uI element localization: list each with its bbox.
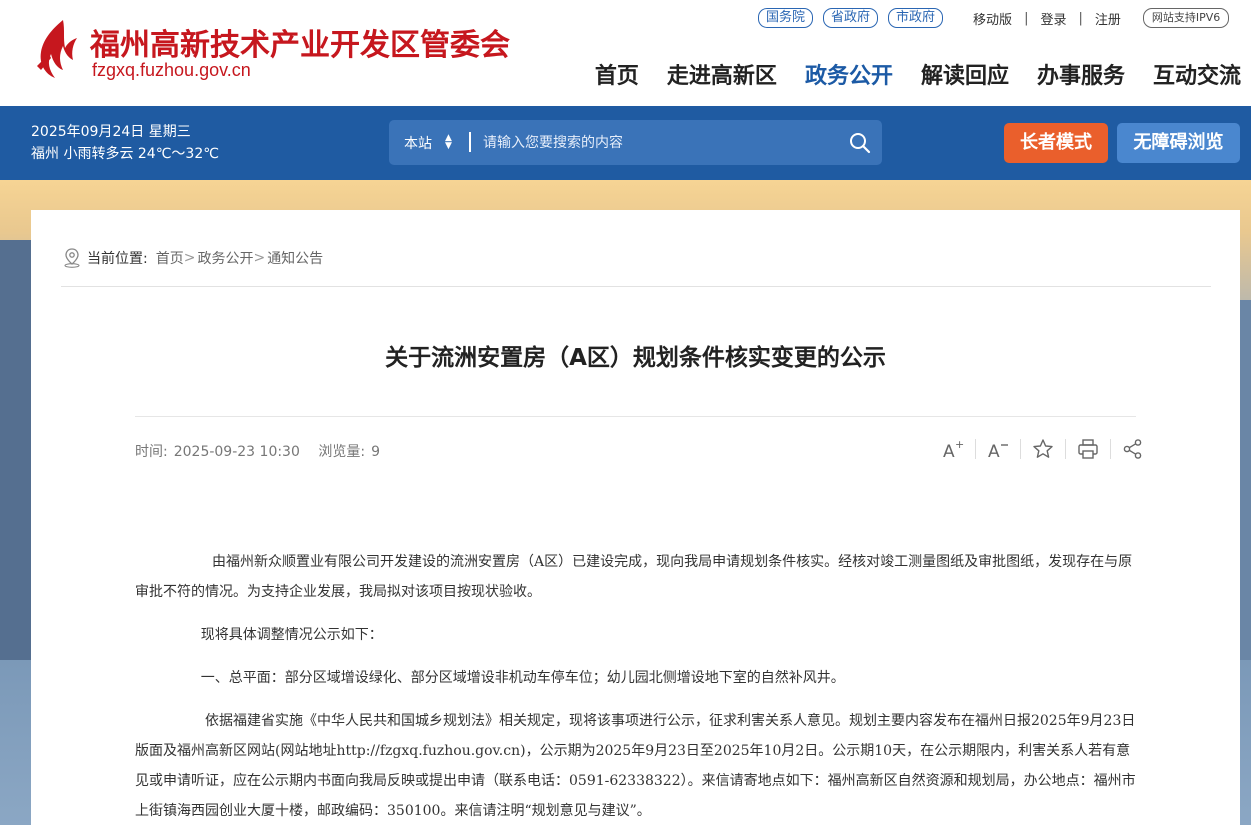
link-city-gov[interactable]: 市政府 [888,8,944,28]
publish-time: 2025-09-23 10:30 [173,444,300,460]
site-header: 福州高新技术产业开发区管委会 fzgxq.fuzhou.gov.cn 国务院 省… [0,0,1251,106]
nav-about[interactable]: 走进高新区 [667,58,777,90]
share-icon[interactable] [1122,438,1144,460]
weather: 福州 小雨转多云 24℃～32℃ [31,146,219,162]
font-decrease-icon[interactable]: A [987,438,1009,460]
svg-text:A: A [943,442,955,460]
divider [469,132,471,152]
paragraph: 由福州新众顺置业有限公司开发建设的流洲安置房（A区）已建设完成，现向我局申请规划… [135,554,1133,600]
breadcrumb-gov-affairs[interactable]: 政务公开 [197,248,253,268]
link-login[interactable]: 登录 [1040,9,1066,28]
breadcrumb-label: 当前位置: [87,251,148,267]
time-label: 时间: [135,444,168,460]
breadcrumb-separator: > [183,250,196,266]
article-meta: 时间: 2025-09-23 10:30 浏览量: 9 [135,441,394,461]
divider: | [1078,10,1083,26]
breadcrumb: 当前位置: 首页 > 政务公开 > 通知公告 [63,248,323,268]
nav-services[interactable]: 办事服务 [1037,58,1125,90]
link-province-gov[interactable]: 省政府 [823,8,879,28]
article-tools: A + A [931,438,1155,460]
divider [1020,439,1021,459]
views-label: 浏览量: [318,444,366,460]
divider: | [1024,10,1029,26]
nav-interaction[interactable]: 互动交流 [1153,58,1241,90]
date-weather: 2025年09月24日 星期三 福州 小雨转多云 24℃～32℃ [31,121,219,165]
content-card: 当前位置: 首页 > 政务公开 > 通知公告 关于流洲安置房（A区）规划条件核实… [31,210,1240,825]
svg-text:A: A [988,442,1000,460]
search-box: 本站 ▲ ▼ [389,120,882,165]
site-domain: fzgxq.fuzhou.gov.cn [92,60,251,80]
nav-gov-affairs[interactable]: 政务公开 [805,58,893,90]
article-body: 由福州新众顺置业有限公司开发建设的流洲安置房（A区）已建设完成，现向我局申请规划… [135,547,1138,839]
divider [135,416,1136,417]
link-register[interactable]: 注册 [1095,9,1121,28]
view-count: 9 [371,444,380,460]
search-icon[interactable] [849,132,871,154]
updown-arrow-icon[interactable]: ▲ ▼ [445,134,452,151]
link-state-council[interactable]: 国务院 [758,8,814,28]
search-scope-select[interactable]: 本站 [404,133,432,153]
accessible-browse-button[interactable]: 无障碍浏览 [1117,123,1240,163]
breadcrumb-separator: > [253,250,266,266]
search-input[interactable] [481,128,845,158]
breadcrumb-home[interactable]: 首页 [156,248,184,268]
top-links: 国务院 省政府 市政府 移动版 | 登录 | 注册 网站支持IPV6 [758,8,1230,28]
divider [975,439,976,459]
svg-text:+: + [955,438,964,451]
font-increase-icon[interactable]: A + [942,438,964,460]
divider [1065,439,1066,459]
breadcrumb-notices[interactable]: 通知公告 [267,248,323,268]
article-title: 关于流洲安置房（A区）规划条件核实变更的公示 [385,345,886,371]
divider [1110,439,1111,459]
paragraph: 依据福建省实施《中华人民共和国城乡规划法》相关规定，现将该事项进行公示，征求利害… [135,713,1136,819]
print-icon[interactable] [1077,438,1099,460]
link-mobile[interactable]: 移动版 [973,9,1012,28]
ipv6-badge: 网站支持IPV6 [1142,8,1230,28]
current-date: 2025年09月24日 星期三 [31,124,191,140]
location-icon [64,248,80,268]
building-image [0,240,31,660]
paragraph: 一、总平面：部分区域增设绿化、部分区域增设非机动车停车位；幼儿园北侧增设地下室的… [200,670,845,686]
nav-home[interactable]: 首页 [595,58,639,90]
logo-icon [37,20,77,78]
main-nav: 首页 走进高新区 政务公开 解读回应 办事服务 互动交流 [567,58,1241,90]
building-image [1240,300,1251,660]
nav-interpretation[interactable]: 解读回应 [921,58,1009,90]
paragraph: 现将具体调整情况公示如下： [200,627,383,643]
elder-mode-button[interactable]: 长者模式 [1004,123,1108,163]
star-icon[interactable] [1032,438,1054,460]
info-search-bar: 2025年09月24日 星期三 福州 小雨转多云 24℃～32℃ 本站 ▲▼ 长… [0,106,1251,180]
divider [61,286,1211,287]
site-title[interactable]: 福州高新技术产业开发区管委会 [90,20,510,64]
